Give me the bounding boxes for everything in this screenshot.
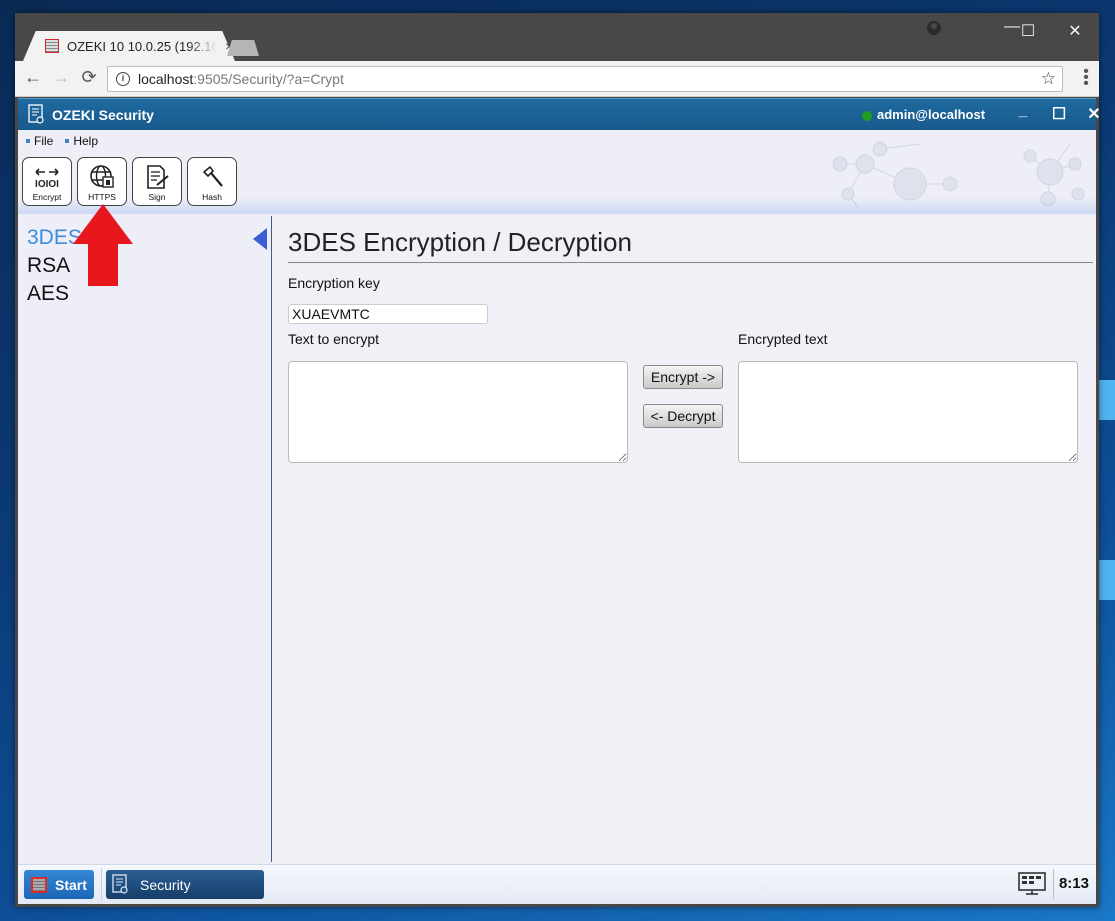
- toolbar-hash-button[interactable]: Hash: [187, 157, 237, 206]
- app-close-button[interactable]: ✕: [1083, 104, 1105, 124]
- url-path: :9505/Security/?a=Crypt: [193, 71, 344, 87]
- monitor-dashboard-icon[interactable]: [1018, 872, 1046, 896]
- browser-titlebar: OZEKI 10 10.0.25 (192.168 × — ☐ ✕: [15, 13, 1099, 61]
- new-tab-button[interactable]: [227, 40, 259, 56]
- browser-tab[interactable]: OZEKI 10 10.0.25 (192.168 ×: [23, 31, 235, 61]
- decrypt-button[interactable]: <- Decrypt: [643, 404, 723, 428]
- ozeki-favicon-icon: [45, 39, 59, 53]
- browser-menu-icon[interactable]: • • •: [1083, 64, 1089, 92]
- back-button[interactable]: ←: [21, 67, 45, 88]
- encrypted-text-textarea[interactable]: [738, 361, 1078, 463]
- menu-bullet-icon: [26, 139, 30, 143]
- start-label: Start: [55, 876, 87, 893]
- clock: 8:13: [1058, 875, 1089, 892]
- toolbar-https-label: HTTPS: [88, 192, 116, 202]
- security-certificate-icon: [112, 873, 128, 894]
- taskbar-app-label: Security: [140, 876, 191, 893]
- collapse-sidebar-icon[interactable]: [253, 228, 267, 250]
- toolbar-encrypt-label: Encrypt: [32, 192, 62, 202]
- toolbar-hash-label: Hash: [202, 192, 222, 202]
- browser-window: OZEKI 10 10.0.25 (192.168 × — ☐ ✕ ← → ⟳ …: [15, 13, 1101, 907]
- reload-button[interactable]: ⟳: [77, 67, 101, 88]
- url-host: localhost: [138, 71, 194, 87]
- text-to-encrypt-label: Text to encrypt: [288, 331, 380, 347]
- browser-toolbar: ← → ⟳ i localhost :9505/Security/?a=Cryp…: [15, 61, 1099, 97]
- start-button[interactable]: Start: [24, 870, 94, 899]
- menu-bullet-icon: [65, 139, 70, 143]
- text-to-encrypt-textarea[interactable]: [288, 361, 628, 463]
- menu-file-label: File: [34, 134, 54, 148]
- sidebar-item-aes[interactable]: AES: [18, 280, 271, 308]
- encrypt-icon: IOIOI: [35, 168, 59, 190]
- window-maximize-button[interactable]: ☐: [1013, 21, 1043, 41]
- sidebar-item-rsa[interactable]: RSA: [18, 252, 271, 280]
- axe-icon: [202, 165, 223, 187]
- address-bar[interactable]: i localhost :9505/Security/?a=Crypt ☆: [107, 66, 1063, 92]
- app-header: OZEKI Security admin@localhost _ ☐ ✕: [18, 98, 1101, 130]
- network-background-icon: [832, 141, 1085, 209]
- menu-file[interactable]: File: [26, 134, 53, 148]
- tray-divider: [1053, 869, 1054, 899]
- window-close-button[interactable]: ✕: [1060, 21, 1090, 41]
- ozeki-logo-icon: [31, 876, 47, 893]
- content-panel: 3DES Encryption / Decryption Encryption …: [273, 216, 1096, 862]
- online-status-icon: [862, 111, 872, 121]
- page-title: 3DES Encryption / Decryption: [288, 227, 632, 257]
- info-icon[interactable]: i: [116, 72, 130, 86]
- app-taskbar: Start Security 8:13: [18, 864, 1096, 904]
- toolbar-encrypt-button[interactable]: IOIOI Encrypt: [22, 157, 72, 206]
- forward-button[interactable]: →: [49, 67, 73, 88]
- sidebar-item-3des[interactable]: 3DES: [18, 224, 271, 252]
- document-sign-icon: [147, 165, 169, 189]
- menu-help-label: Help: [73, 134, 99, 148]
- toolbar-sign-button[interactable]: Sign: [132, 157, 182, 206]
- taskbar-app-security[interactable]: Security: [106, 870, 264, 899]
- taskbar-divider: [101, 868, 102, 901]
- app-page: OZEKI Security admin@localhost _ ☐ ✕ Fil…: [18, 98, 1101, 904]
- user-label[interactable]: admin@localhost: [877, 107, 985, 122]
- menu-help[interactable]: Help: [65, 134, 98, 148]
- toolbar-https-button[interactable]: HTTPS: [77, 157, 127, 206]
- red-arrow-annotation-icon: [73, 204, 133, 286]
- tab-title: OZEKI 10 10.0.25 (192.168: [67, 38, 217, 54]
- sidebar: 3DES RSA AES: [18, 216, 272, 862]
- title-divider: [288, 262, 1093, 263]
- toolbar: IOIOI Encrypt HTTPS Sign Hash: [22, 157, 237, 206]
- bookmark-star-icon[interactable]: ☆: [1041, 69, 1056, 89]
- app-maximize-button[interactable]: ☐: [1048, 104, 1070, 124]
- encryption-key-input[interactable]: [288, 304, 488, 324]
- app-title: OZEKI Security: [52, 106, 154, 123]
- toolbar-sign-label: Sign: [148, 192, 166, 202]
- security-certificate-icon: [28, 103, 44, 124]
- svg-text:IOIOI: IOIOI: [35, 179, 59, 190]
- menu-bar: File Help: [18, 130, 110, 152]
- encrypted-text-label: Encrypted text: [738, 331, 828, 347]
- encrypt-button[interactable]: Encrypt ->: [643, 365, 723, 389]
- encryption-key-label: Encryption key: [288, 275, 380, 291]
- globe-lock-icon: [90, 165, 114, 188]
- profile-icon[interactable]: [927, 21, 941, 35]
- app-minimize-button[interactable]: _: [1012, 102, 1034, 120]
